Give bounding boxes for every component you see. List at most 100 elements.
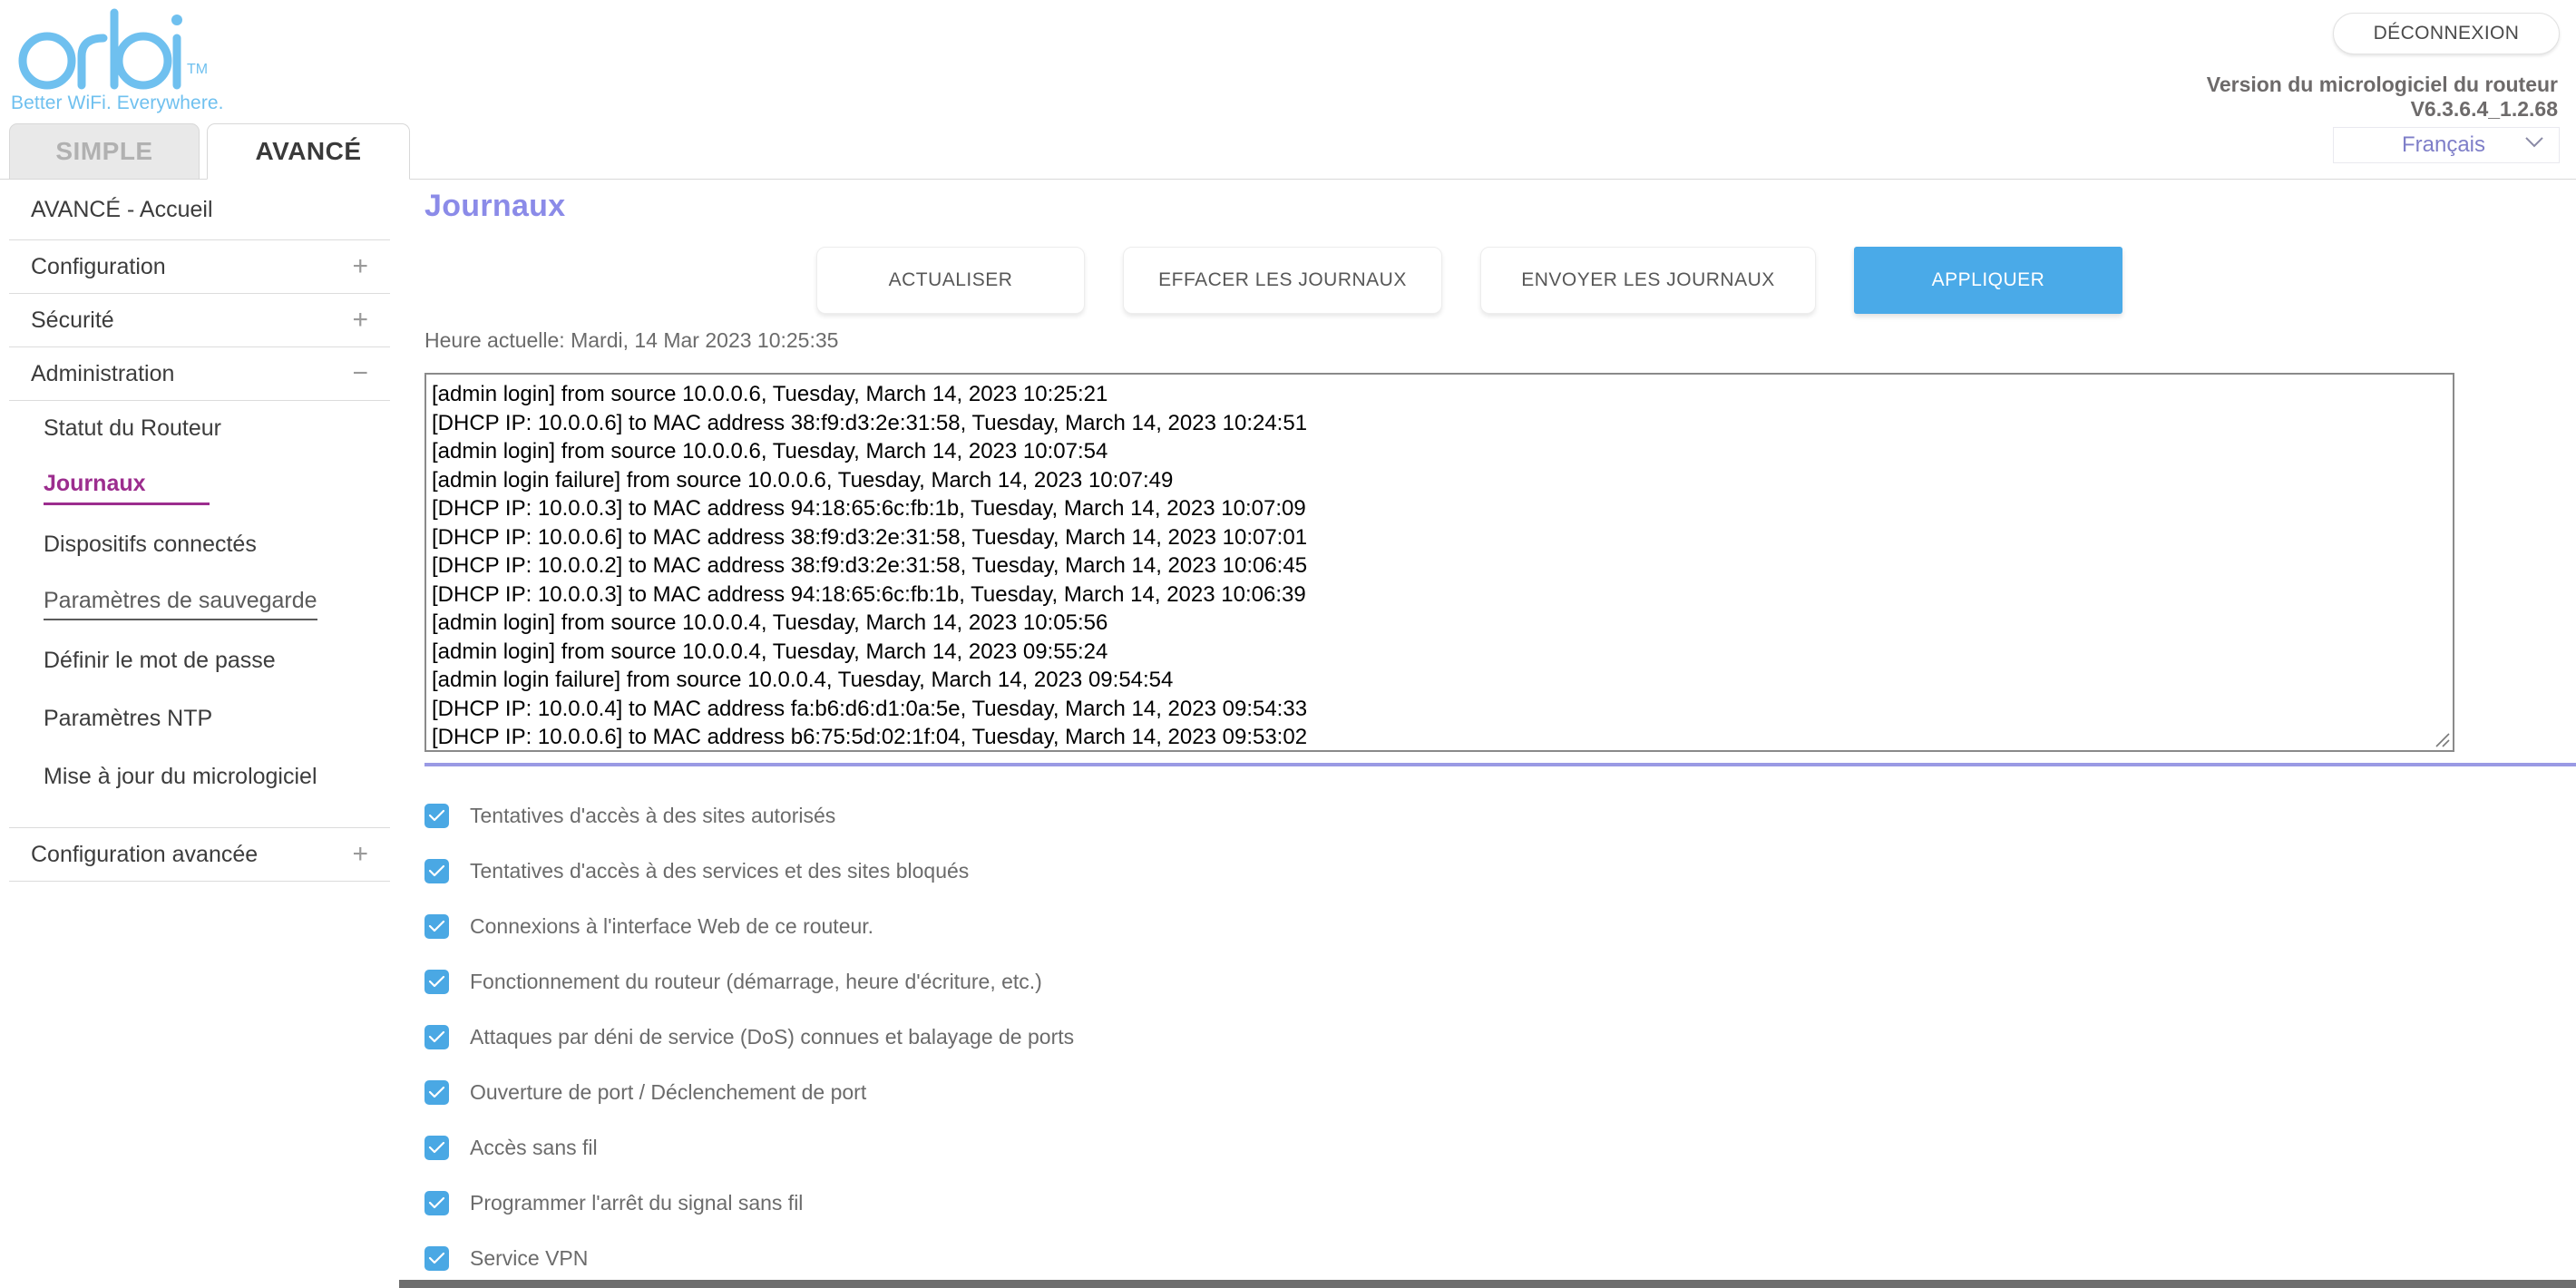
checkbox-row[interactable]: Service VPN xyxy=(424,1231,1074,1286)
action-button-row: ACTUALISER EFFACER LES JOURNAUX ENVOYER … xyxy=(816,247,2122,314)
sidebar-item-journaux[interactable]: Journaux xyxy=(0,459,399,517)
tab-simple[interactable]: SIMPLE xyxy=(9,123,200,180)
log-options-list: Tentatives d'accès à des sites autorisés… xyxy=(424,788,1074,1286)
sidebar-item-label: Journaux xyxy=(44,471,210,505)
logout-button[interactable]: DÉCONNEXION xyxy=(2333,13,2560,54)
log-line: [admin login] from source 10.0.0.6, Tues… xyxy=(432,382,1108,406)
sidebar-group-administration-label: Administration xyxy=(31,360,175,386)
checkbox-row[interactable]: Ouverture de port / Déclenchement de por… xyxy=(424,1065,1074,1120)
sidebar-item-mise-a-jour-du-micrologiciel[interactable]: Mise à jour du micrologiciel xyxy=(0,749,399,807)
plus-icon: + xyxy=(352,839,368,869)
clear-logs-button[interactable]: EFFACER LES JOURNAUX xyxy=(1123,247,1442,314)
checkbox-row[interactable]: Fonctionnement du routeur (démarrage, he… xyxy=(424,954,1074,1010)
checkbox-row[interactable]: Attaques par déni de service (DoS) connu… xyxy=(424,1010,1074,1065)
log-line: [DHCP IP: 10.0.0.3] to MAC address 94:18… xyxy=(432,581,1306,607)
checkbox-checked-icon[interactable] xyxy=(424,1136,449,1160)
checkbox-label: Ouverture de port / Déclenchement de por… xyxy=(470,1080,867,1104)
sidebar-item-label: Statut du Routeur xyxy=(44,415,221,441)
trademark-mark: TM xyxy=(187,62,209,77)
checkbox-row[interactable]: Tentatives d'accès à des sites autorisés xyxy=(424,788,1074,844)
sidebar-group-configuration-label: Configuration xyxy=(31,253,166,279)
log-textarea[interactable]: [admin login] from source 10.0.0.6, Tues… xyxy=(424,373,2454,752)
apply-button[interactable]: APPLIQUER xyxy=(1854,247,2122,314)
log-line: [DHCP IP: 10.0.0.6] to MAC address b6:75… xyxy=(432,725,1308,749)
sidebar-group-securite[interactable]: Sécurité + xyxy=(0,294,399,346)
firmware-version-block: Version du micrologiciel du routeur V6.3… xyxy=(2086,73,2558,122)
sidebar-nav: AVANCÉ - Accueil Configuration + Sécurit… xyxy=(0,180,399,882)
sidebar-item-definir-le-mot-de-passe[interactable]: Définir le mot de passe xyxy=(0,633,399,691)
sidebar-item-label: Mise à jour du micrologiciel xyxy=(44,764,317,789)
footer-divider xyxy=(399,1280,2576,1288)
checkbox-label: Programmer l'arrêt du signal sans fil xyxy=(470,1191,804,1215)
minus-icon: − xyxy=(352,358,368,388)
log-line: [DHCP IP: 10.0.0.6] to MAC address 38:f9… xyxy=(432,524,1308,550)
checkbox-row[interactable]: Programmer l'arrêt du signal sans fil xyxy=(424,1176,1074,1231)
checkbox-row[interactable]: Connexions à l'interface Web de ce route… xyxy=(424,899,1074,954)
sidebar-group-configuration-avancee-label: Configuration avancée xyxy=(31,841,259,867)
section-divider xyxy=(424,763,2576,766)
orbi-logo-icon xyxy=(18,8,182,90)
sidebar-group-administration[interactable]: Administration − xyxy=(0,347,399,400)
refresh-button-label: ACTUALISER xyxy=(888,269,1013,290)
checkbox-checked-icon[interactable] xyxy=(424,804,449,828)
sidebar-item-parametres-de-sauvegarde[interactable]: Paramètres de sauvegarde xyxy=(0,575,399,633)
sidebar-item-statut-du-routeur[interactable]: Statut du Routeur xyxy=(0,401,399,459)
checkbox-label: Attaques par déni de service (DoS) connu… xyxy=(470,1025,1075,1049)
checkbox-label: Tentatives d'accès à des sites autorisés xyxy=(470,804,836,827)
sidebar-item-parametres-ntp[interactable]: Paramètres NTP xyxy=(0,691,399,749)
send-logs-button[interactable]: ENVOYER LES JOURNAUX xyxy=(1480,247,1816,314)
sidebar-group-securite-label: Sécurité xyxy=(31,307,114,333)
sidebar-item-home-label: AVANCÉ - Accueil xyxy=(31,196,213,222)
language-select-value: Français xyxy=(2401,132,2486,157)
checkbox-label: Service VPN xyxy=(470,1246,589,1270)
log-content: [admin login] from source 10.0.0.6, Tues… xyxy=(426,375,2453,750)
plus-icon: + xyxy=(352,251,368,281)
clear-logs-button-label: EFFACER LES JOURNAUX xyxy=(1158,269,1407,290)
mode-tabs: SIMPLE AVANCÉ xyxy=(9,123,410,180)
tab-simple-label: SIMPLE xyxy=(55,137,153,165)
checkbox-label: Tentatives d'accès à des services et des… xyxy=(470,859,970,883)
sidebar-group-configuration-avancee[interactable]: Configuration avancée + xyxy=(0,828,399,881)
current-time-text: Heure actuelle: Mardi, 14 Mar 2023 10:25… xyxy=(424,328,839,352)
log-line: [admin login] from source 10.0.0.4, Tues… xyxy=(432,639,1108,664)
checkbox-checked-icon[interactable] xyxy=(424,1080,449,1105)
checkbox-label: Fonctionnement du routeur (démarrage, he… xyxy=(470,970,1042,993)
sidebar-item-label: Dispositifs connectés xyxy=(44,532,257,557)
sidebar-divider xyxy=(9,881,390,882)
tab-avance-label: AVANCÉ xyxy=(255,137,362,165)
log-line: [DHCP IP: 10.0.0.2] to MAC address 38:f9… xyxy=(432,553,1308,578)
sidebar-item-label: Paramètres de sauvegarde xyxy=(44,588,317,620)
log-line: [admin login] from source 10.0.0.4, Tues… xyxy=(432,610,1108,635)
checkbox-row[interactable]: Tentatives d'accès à des services et des… xyxy=(424,844,1074,899)
sidebar-item-dispositifs-connectes[interactable]: Dispositifs connectés xyxy=(0,517,399,575)
checkbox-checked-icon[interactable] xyxy=(424,1191,449,1215)
orbi-logo[interactable]: TM Better WiFi. Everywhere. xyxy=(9,5,224,113)
checkbox-checked-icon[interactable] xyxy=(424,1025,449,1049)
sidebar-group-configuration[interactable]: Configuration + xyxy=(0,240,399,293)
send-logs-button-label: ENVOYER LES JOURNAUX xyxy=(1521,269,1775,290)
checkbox-row[interactable]: Accès sans fil xyxy=(424,1120,1074,1176)
tab-avance[interactable]: AVANCÉ xyxy=(207,123,410,180)
log-line: [DHCP IP: 10.0.0.6] to MAC address 38:f9… xyxy=(432,410,1308,435)
checkbox-checked-icon[interactable] xyxy=(424,1246,449,1271)
language-select[interactable]: Français xyxy=(2333,127,2560,163)
sidebar-item-label: Paramètres NTP xyxy=(44,706,213,731)
firmware-version-label: Version du micrologiciel du routeur xyxy=(2206,73,2558,96)
page-header: TM Better WiFi. Everywhere. DÉCONNEXION … xyxy=(0,0,2576,163)
checkbox-checked-icon[interactable] xyxy=(424,859,449,883)
app-root: TM Better WiFi. Everywhere. DÉCONNEXION … xyxy=(0,0,2576,1288)
refresh-button[interactable]: ACTUALISER xyxy=(816,247,1085,314)
firmware-version-value: V6.3.6.4_1.2.68 xyxy=(2410,97,2558,122)
log-line: [DHCP IP: 10.0.0.3] to MAC address 94:18… xyxy=(432,496,1306,521)
checkbox-checked-icon[interactable] xyxy=(424,914,449,939)
log-line: [admin login failure] from source 10.0.0… xyxy=(432,467,1174,493)
log-line: [DHCP IP: 10.0.0.4] to MAC address fa:b6… xyxy=(432,696,1308,721)
logo-tagline: Better WiFi. Everywhere. xyxy=(11,93,224,113)
log-line: [admin login] from source 10.0.0.6, Tues… xyxy=(432,439,1108,463)
sidebar-item-home[interactable]: AVANCÉ - Accueil xyxy=(0,180,399,239)
apply-button-label: APPLIQUER xyxy=(1931,269,2045,290)
log-line: [admin login failure] from source 10.0.0… xyxy=(432,668,1174,692)
checkbox-label: Connexions à l'interface Web de ce route… xyxy=(470,914,874,938)
sidebar-item-label: Définir le mot de passe xyxy=(44,648,276,673)
checkbox-checked-icon[interactable] xyxy=(424,970,449,994)
